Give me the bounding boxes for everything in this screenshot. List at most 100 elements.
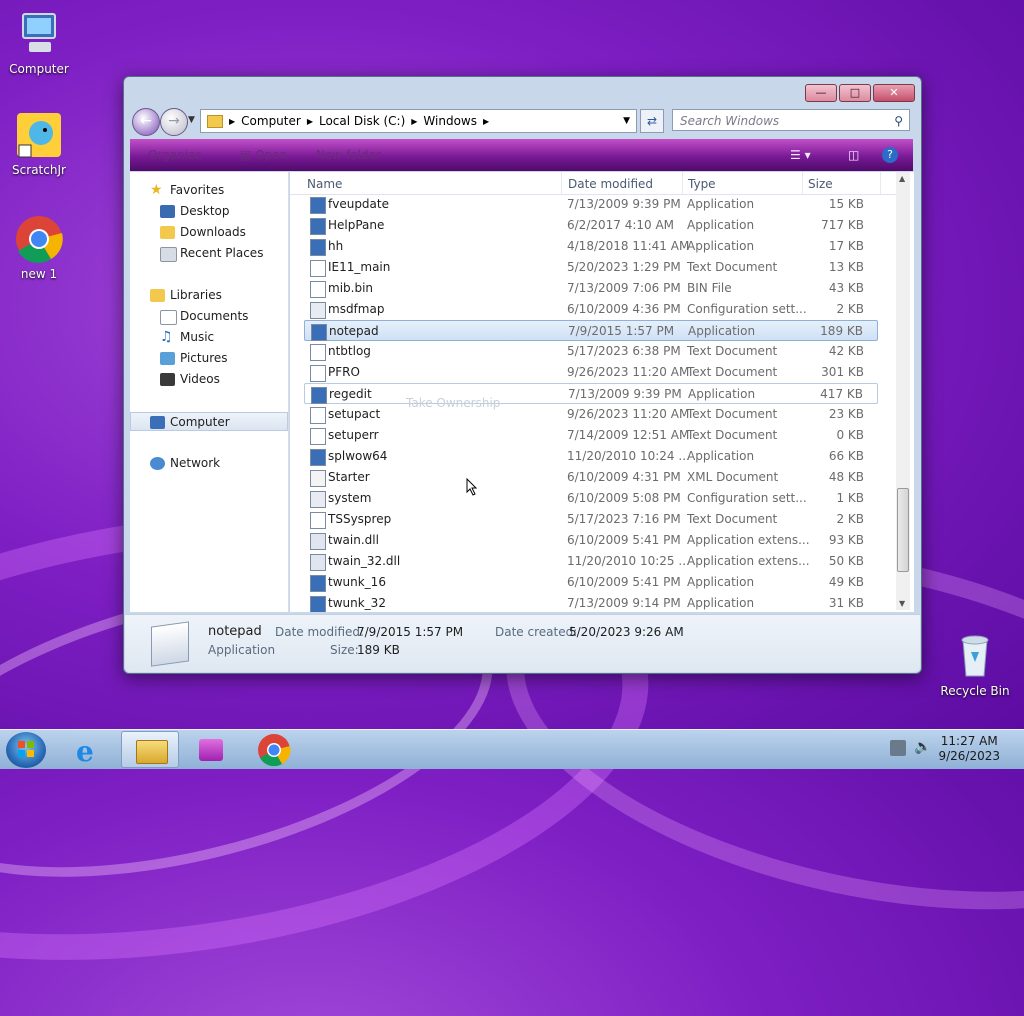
nav-computer[interactable]: Computer — [130, 412, 288, 431]
file-date-modified: 6/10/2009 4:31 PM — [567, 470, 681, 484]
file-type: Text Document — [687, 260, 778, 274]
file-row[interactable]: splwow64 11/20/2010 10:24 ... Application 6… — [304, 446, 878, 467]
videos-icon — [160, 373, 175, 386]
back-button[interactable]: ← — [132, 108, 160, 136]
file-row[interactable]: mib.bin 7/13/2009 7:06 PM BIN File 43 KB — [304, 278, 878, 299]
file-date-modified: 5/17/2023 6:38 PM — [567, 344, 681, 358]
address-dropdown-icon[interactable]: ▼ — [623, 116, 630, 126]
desktop-icon-label: Computer — [9, 62, 69, 76]
file-row[interactable]: HelpPane 6/2/2017 4:10 AM Application 717 K… — [304, 215, 878, 236]
file-size: 17 KB — [828, 239, 864, 253]
media-player-icon — [199, 739, 223, 761]
recent-pages-dropdown[interactable]: ▼ — [188, 115, 195, 125]
nav-label: Music — [180, 330, 215, 344]
scroll-up-icon[interactable]: ▲ — [899, 174, 905, 183]
file-row[interactable]: twunk_16 6/10/2009 5:41 PM Application 49 K… — [304, 572, 878, 593]
vertical-scrollbar[interactable]: ▲ ▼ — [896, 172, 910, 610]
file-row[interactable]: TSSysprep 5/17/2023 7:16 PM Text Document 2… — [304, 509, 878, 530]
breadcrumb-local-disk[interactable]: Local Disk (C:) — [319, 114, 405, 128]
file-icon — [310, 365, 326, 382]
file-size: 15 KB — [828, 197, 864, 211]
pictures-icon — [160, 352, 175, 365]
scroll-down-icon[interactable]: ▼ — [899, 599, 905, 608]
clock[interactable]: 11:27 AM 9/26/2023 — [938, 734, 1000, 764]
documents-icon — [160, 310, 177, 325]
column-divider[interactable] — [880, 172, 881, 194]
column-date-modified[interactable]: Date modified — [568, 177, 653, 191]
taskbar-media-app[interactable] — [183, 731, 241, 768]
file-name: hh — [328, 239, 344, 253]
volume-muted-icon[interactable]: 🔈 — [914, 739, 931, 755]
file-name: msdfmap — [328, 302, 385, 316]
column-size[interactable]: Size — [808, 177, 833, 191]
desktop-icon-scratchjr[interactable]: ScratchJr — [1, 111, 77, 177]
file-row[interactable]: setuperr 7/14/2009 12:51 AM Text Document 0… — [304, 425, 878, 446]
file-row[interactable]: PFRO 9/26/2023 11:20 AM Text Document 301 K… — [304, 362, 878, 383]
open-icon: ▤ — [240, 148, 256, 162]
file-icon — [310, 281, 326, 298]
file-icon — [310, 428, 326, 445]
file-row[interactable]: system 6/10/2009 5:08 PM Configuration set… — [304, 488, 878, 509]
file-row[interactable]: twunk_32 7/13/2009 9:14 PM Application 31 K… — [304, 593, 878, 612]
refresh-icon: ⇄ — [646, 114, 658, 128]
file-row[interactable]: twain_32.dll 11/20/2010 10:25 ... Applicat… — [304, 551, 878, 572]
taskbar-internet-explorer[interactable]: e — [61, 731, 119, 768]
view-options-icon[interactable]: ☰ ▾ — [790, 148, 811, 162]
column-divider[interactable] — [561, 172, 562, 194]
taskbar-chrome[interactable] — [245, 731, 303, 768]
file-name: TSSysprep — [328, 512, 392, 526]
nav-label: Favorites — [170, 183, 225, 197]
file-size: 49 KB — [828, 575, 864, 589]
file-type: Application — [688, 324, 756, 338]
new-folder-button[interactable]: New folder — [316, 148, 381, 162]
file-date-modified: 6/10/2009 5:08 PM — [567, 491, 681, 505]
file-row[interactable]: setupact 9/26/2023 11:20 AM Text Document 2… — [304, 404, 878, 425]
file-type: Text Document — [687, 407, 778, 421]
open-button[interactable]: ▤ Open — [240, 148, 287, 162]
file-row[interactable]: IE11_main 5/20/2023 1:29 PM Text Document 1… — [304, 257, 878, 278]
network-tray-icon[interactable] — [890, 740, 906, 756]
breadcrumb-computer[interactable]: Computer — [241, 114, 301, 128]
column-divider[interactable] — [682, 172, 683, 194]
file-date-modified: 7/13/2009 9:14 PM — [567, 596, 681, 610]
explorer-window: — □ ✕ ← → ▼ ▶ Computer ▶ Local Disk (C:)… — [123, 76, 922, 674]
desktop-icon-new1[interactable]: new 1 — [1, 215, 77, 281]
file-type: Application — [687, 449, 755, 463]
file-row[interactable]: regedit 7/13/2009 9:39 PM Application 417 K… — [304, 383, 878, 404]
file-row[interactable]: msdfmap 6/10/2009 4:36 PM Configuration se… — [304, 299, 878, 320]
desktop-icon-computer[interactable]: Computer — [1, 10, 77, 76]
close-button[interactable]: ✕ — [873, 84, 915, 102]
file-row[interactable]: notepad 7/9/2015 1:57 PM Application 189 KB — [304, 320, 878, 341]
breadcrumb-separator: ▶ — [411, 116, 418, 126]
scrollbar-thumb[interactable] — [897, 488, 909, 572]
file-size: 13 KB — [828, 260, 864, 274]
preview-pane-icon[interactable]: ◫ — [848, 148, 859, 162]
column-type[interactable]: Type — [688, 177, 716, 191]
file-row[interactable]: fveupdate 7/13/2009 9:39 PM Application 15 … — [304, 194, 878, 215]
file-name: HelpPane — [328, 218, 385, 232]
address-field[interactable]: ▶ Computer ▶ Local Disk (C:) ▶ Windows ▶… — [200, 109, 637, 133]
help-icon[interactable]: ? — [882, 147, 898, 163]
file-type: Application — [687, 197, 755, 211]
start-button[interactable] — [6, 732, 46, 768]
file-row[interactable]: hh 4/18/2018 11:41 AM Application 17 KB — [304, 236, 878, 257]
breadcrumb-windows[interactable]: Windows — [423, 114, 477, 128]
search-input[interactable]: Search Windows ⚲ — [672, 109, 910, 131]
organize-button[interactable]: Organize — [148, 148, 202, 162]
internet-explorer-icon: e — [76, 735, 94, 768]
file-row[interactable]: ntbtlog 5/17/2023 6:38 PM Text Document 42 … — [304, 341, 878, 362]
taskbar-windows-explorer[interactable] — [121, 731, 179, 768]
file-icon — [310, 302, 326, 319]
file-date-modified: 4/18/2018 11:41 AM — [567, 239, 690, 253]
breadcrumb-separator: ▶ — [229, 116, 236, 126]
refresh-button[interactable]: ⇄ — [640, 109, 664, 133]
file-row[interactable]: twain.dll 6/10/2009 5:41 PM Application ex… — [304, 530, 878, 551]
file-name: twunk_32 — [328, 596, 386, 610]
column-name[interactable]: Name — [307, 177, 342, 191]
forward-button[interactable]: → — [160, 108, 188, 136]
file-row[interactable]: Starter 6/10/2009 4:31 PM XML Document 48 K… — [304, 467, 878, 488]
desktop-icon-recycle-bin[interactable]: Recycle Bin — [937, 632, 1013, 698]
maximize-button[interactable]: □ — [839, 84, 871, 102]
column-divider[interactable] — [802, 172, 803, 194]
minimize-button[interactable]: — — [805, 84, 837, 102]
